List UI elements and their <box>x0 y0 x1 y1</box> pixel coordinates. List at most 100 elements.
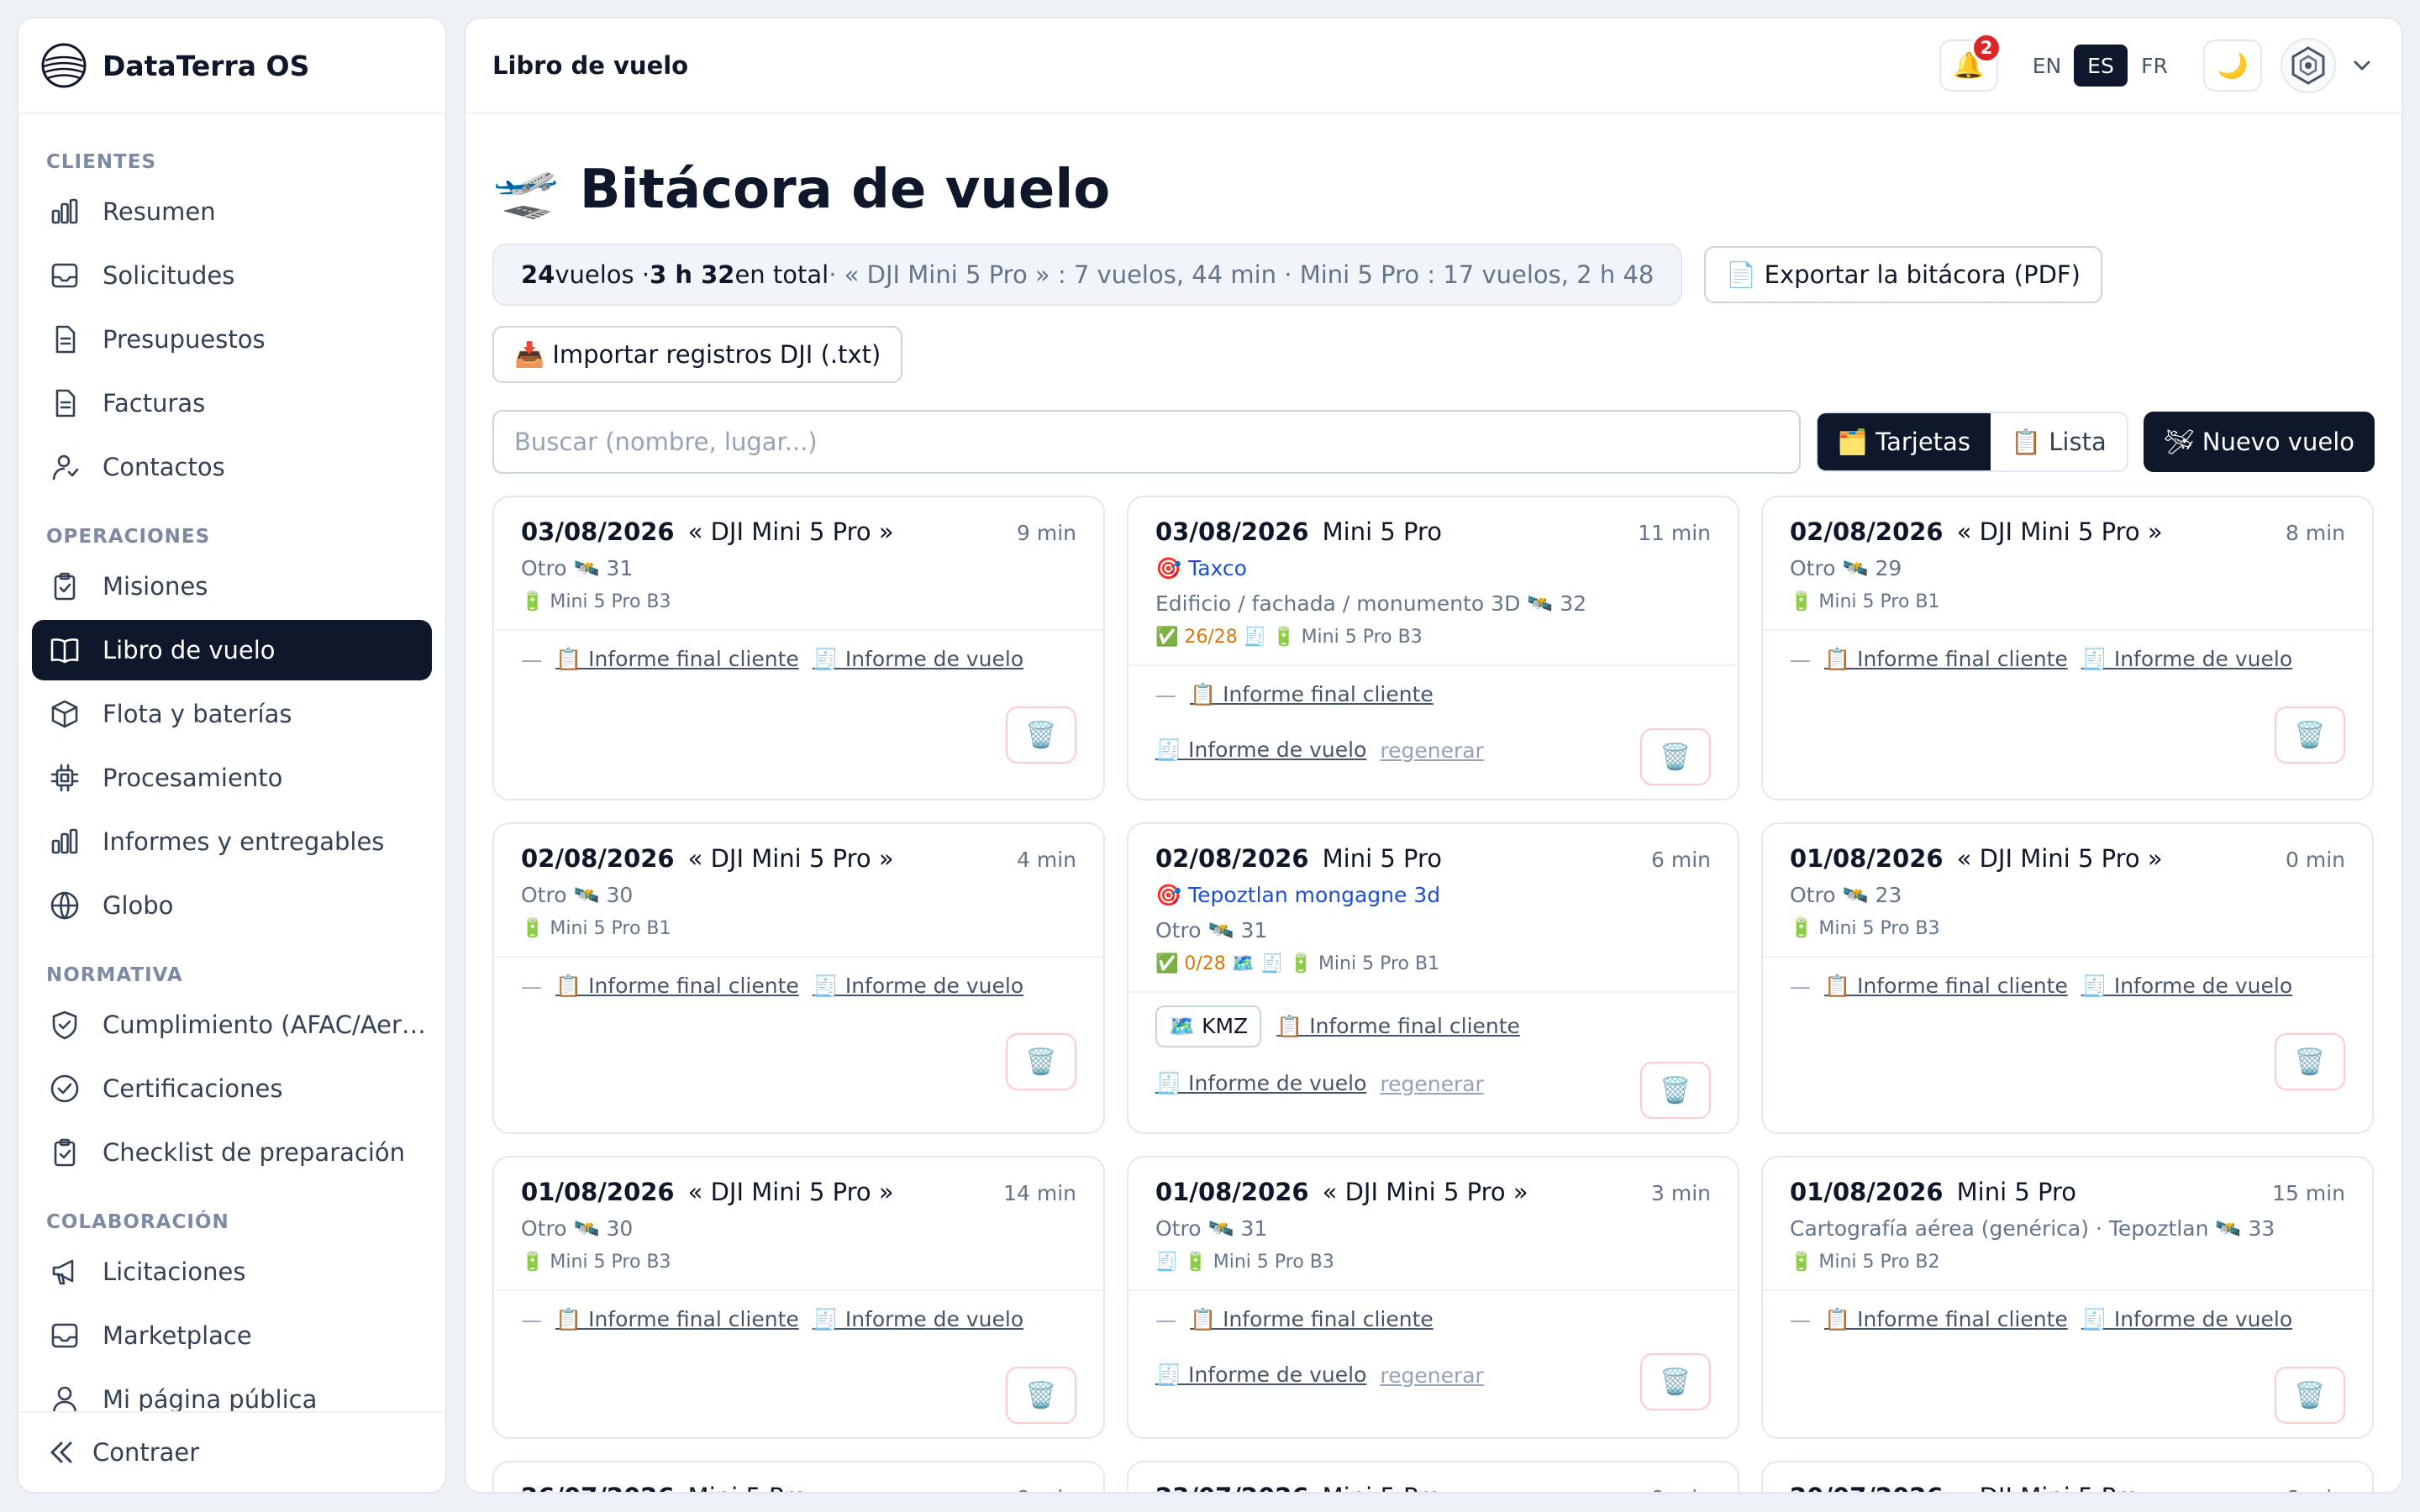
flight-card[interactable]: 26/07/2026 Mini 5 Pro9 min <box>492 1461 1105 1492</box>
flight-report-link[interactable]: 🧾 Informe de vuelo <box>2081 974 2292 999</box>
client-report-link[interactable]: 📋 Informe final cliente <box>1824 974 2068 999</box>
collapse-sidebar-button[interactable]: Contraer <box>18 1411 445 1492</box>
client-report-link[interactable]: 📋 Informe final cliente <box>555 974 799 999</box>
delete-flight-button[interactable]: 🗑️ <box>2275 706 2345 764</box>
inbox-icon <box>51 263 78 288</box>
flight-report-link[interactable]: 🧾 Informe de vuelo <box>2081 1307 2292 1332</box>
sidebar-item-solicitudes[interactable]: Solicitudes <box>32 245 432 306</box>
client-report-link[interactable]: 📋 Informe final cliente <box>1276 1014 1520 1039</box>
chevron-down-icon[interactable] <box>2349 53 2375 78</box>
card-actions: — 📋 Informe final cliente 🧾 Informe de vue… <box>494 956 1103 1104</box>
battery-label: 🔋 Mini 5 Pro B2 <box>1790 1252 1940 1273</box>
flight-report-row: 🧾 Informe de vuelo regenerar <box>1155 733 1711 767</box>
page-title-text: Bitácora de vuelo <box>579 159 1111 221</box>
sidebar-item-marketplace[interactable]: Marketplace <box>32 1305 432 1366</box>
sidebar-item-checklist-de-preparacion[interactable]: Checklist de preparación <box>32 1122 432 1183</box>
flight-report-link[interactable]: 🧾 Informe de vuelo <box>1155 1071 1366 1096</box>
client-report-link[interactable]: 📋 Informe final cliente <box>1190 682 1434 707</box>
sidebar-item-informes-y-entregables[interactable]: Informes y entregables <box>32 811 432 872</box>
mission-link[interactable]: 🎯 Tepoztlan mongagne 3d <box>1155 883 1711 908</box>
new-flight-button[interactable]: 🛩 Nuevo vuelo <box>2143 412 2375 472</box>
delete-flight-button[interactable]: 🗑️ <box>2275 1367 2345 1424</box>
flight-card[interactable]: 23/07/2026 Mini 5 Pro9 min <box>1127 1461 1739 1492</box>
language-switcher: EN ES FR <box>2020 45 2181 87</box>
client-report-link[interactable]: 📋 Informe final cliente <box>1190 1307 1434 1332</box>
check-circle-icon <box>50 1074 79 1103</box>
delete-flight-button[interactable]: 🗑️ <box>1006 1367 1076 1424</box>
flight-card[interactable]: 02/08/2026 « DJI Mini 5 Pro » 8 min Otro 🛰️… <box>1761 496 2374 801</box>
avatar[interactable] <box>2281 38 2336 93</box>
flight-date: 01/08/2026 <box>521 1178 675 1206</box>
no-data-dash: — <box>1155 682 1176 707</box>
client-report-link[interactable]: 📋 Informe final cliente <box>555 647 799 672</box>
sidebar-item-contactos[interactable]: Contactos <box>32 437 432 497</box>
mission-link[interactable]: 🎯 Taxco <box>1155 556 1711 581</box>
kmz-button[interactable]: 🗺️ KMZ <box>1155 1005 1262 1047</box>
theme-toggle-button[interactable]: 🌙 <box>2203 39 2262 92</box>
flight-card[interactable]: 20/07/2026 « DJI Mini 5 Pro »6 min <box>1761 1461 2374 1492</box>
flight-report-link[interactable]: 🧾 Informe de vuelo <box>1155 1362 1366 1388</box>
card-summary: 02/08/2026 « DJI Mini 5 Pro » 8 min Otro 🛰️… <box>1763 497 2372 629</box>
battery-label: 🗺️ 🧾 🔋 Mini 5 Pro B1 <box>1231 953 1440 974</box>
regenerate-link[interactable]: regenerar <box>1380 738 1483 763</box>
flight-card[interactable]: 01/08/2026 « DJI Mini 5 Pro » 3 min Otro 🛰️… <box>1127 1156 1739 1439</box>
flight-report-link[interactable]: 🧾 Informe de vuelo <box>813 1307 1023 1332</box>
export-pdf-button[interactable]: 📄 Exportar la bitácora (PDF) <box>1704 246 2102 303</box>
flight-card[interactable]: 03/08/2026 Mini 5 Pro 11 min 🎯 Taxco Edifici… <box>1127 496 1739 801</box>
sidebar-item-resumen[interactable]: Resumen <box>32 181 432 242</box>
flight-card[interactable]: 02/08/2026 « DJI Mini 5 Pro » 4 min Otro 🛰️… <box>492 822 1105 1134</box>
notifications-button[interactable]: 🔔 2 <box>1939 33 2002 92</box>
card-header: 01/08/2026 Mini 5 Pro 15 min <box>1790 1178 2345 1206</box>
delete-flight-button[interactable]: 🗑️ <box>1006 706 1076 764</box>
brand[interactable]: DataTerra OS <box>18 18 445 114</box>
flight-card[interactable]: 02/08/2026 Mini 5 Pro 6 min 🎯 Tepoztlan mon… <box>1127 822 1739 1134</box>
sidebar-item-globo[interactable]: Globo <box>32 875 432 936</box>
flight-card[interactable]: 01/08/2026 « DJI Mini 5 Pro » 0 min Otro 🛰️… <box>1761 822 2374 1134</box>
sidebar-item-misiones[interactable]: Misiones <box>32 556 432 617</box>
sidebar-item-facturas[interactable]: Facturas <box>32 373 432 433</box>
sidebar-item-flota-y-baterias[interactable]: Flota y baterías <box>32 684 432 744</box>
sidebar-item-licitaciones[interactable]: Licitaciones <box>32 1242 432 1302</box>
delete-flight-button[interactable]: 🗑️ <box>1006 1033 1076 1090</box>
flight-card[interactable]: 01/08/2026 Mini 5 Pro 15 min Cartografía aé… <box>1761 1156 2374 1439</box>
sidebar-item-libro-de-vuelo[interactable]: Libro de vuelo <box>32 620 432 680</box>
flight-report-link[interactable]: 🧾 Informe de vuelo <box>2081 647 2292 672</box>
flight-report-link[interactable]: 🧾 Informe de vuelo <box>813 974 1023 999</box>
regenerate-link[interactable]: regenerar <box>1380 1072 1483 1096</box>
language-option-en[interactable]: EN <box>2020 45 2074 87</box>
flight-date: 03/08/2026 <box>1155 517 1309 546</box>
sidebar-item-procesamiento[interactable]: Procesamiento <box>32 748 432 808</box>
client-report-link[interactable]: 📋 Informe final cliente <box>1824 1307 2068 1332</box>
flight-equipment: 🔋 Mini 5 Pro B2 <box>1790 1252 2345 1273</box>
client-report-link[interactable]: 📋 Informe final cliente <box>555 1307 799 1332</box>
sidebar-item-certificaciones[interactable]: Certificaciones <box>32 1058 432 1119</box>
flight-report-link[interactable]: 🧾 Informe de vuelo <box>813 647 1023 672</box>
search-input[interactable] <box>492 410 1801 474</box>
view-cards-button[interactable]: 🗂️ Tarjetas <box>1817 413 1991 470</box>
delete-flight-button[interactable]: 🗑️ <box>1640 1353 1711 1410</box>
delete-flight-button[interactable]: 🗑️ <box>1640 1062 1711 1119</box>
sidebar-item-label: Flota y baterías <box>103 700 292 728</box>
language-option-fr[interactable]: FR <box>2128 45 2181 87</box>
view-list-button[interactable]: 📋 Lista <box>1991 413 2127 470</box>
flight-duration: 6 min <box>2286 1486 2345 1492</box>
sidebar-item-mi-pagina-publica[interactable]: Mi página pública <box>32 1369 432 1415</box>
flight-date: 20/07/2026 <box>1790 1483 1944 1492</box>
flight-meta: Otro 🛰️ 23 <box>1790 883 1902 907</box>
flight-cards-grid: 03/08/2026 « DJI Mini 5 Pro » 9 min Otro 🛰️… <box>492 496 2375 1492</box>
sidebar-item-label: Checklist de preparación <box>103 1138 406 1167</box>
delete-flight-button[interactable]: 🗑️ <box>1640 728 1711 785</box>
sidebar-item-cumplimiento-afac-aer[interactable]: Cumplimiento (AFAC/Aer… <box>32 995 432 1055</box>
flight-card[interactable]: 03/08/2026 « DJI Mini 5 Pro » 9 min Otro 🛰️… <box>492 496 1105 801</box>
globe-icon <box>50 891 79 920</box>
delete-flight-button[interactable]: 🗑️ <box>2275 1033 2345 1090</box>
client-report-link[interactable]: 📋 Informe final cliente <box>1824 647 2068 672</box>
regenerate-link[interactable]: regenerar <box>1380 1363 1483 1388</box>
sidebar-item-label: Procesamiento <box>103 764 283 792</box>
sidebar-item-presupuestos[interactable]: Presupuestos <box>32 309 432 370</box>
drone-name: « DJI Mini 5 Pro » <box>1956 517 2163 546</box>
language-option-es[interactable]: ES <box>2074 45 2128 87</box>
flight-report-link[interactable]: 🧾 Informe de vuelo <box>1155 738 1366 763</box>
flight-card[interactable]: 01/08/2026 « DJI Mini 5 Pro » 14 min Otro 🛰… <box>492 1156 1105 1439</box>
import-dji-logs-button[interactable]: 📥 Importar registros DJI (.txt) <box>492 326 903 383</box>
